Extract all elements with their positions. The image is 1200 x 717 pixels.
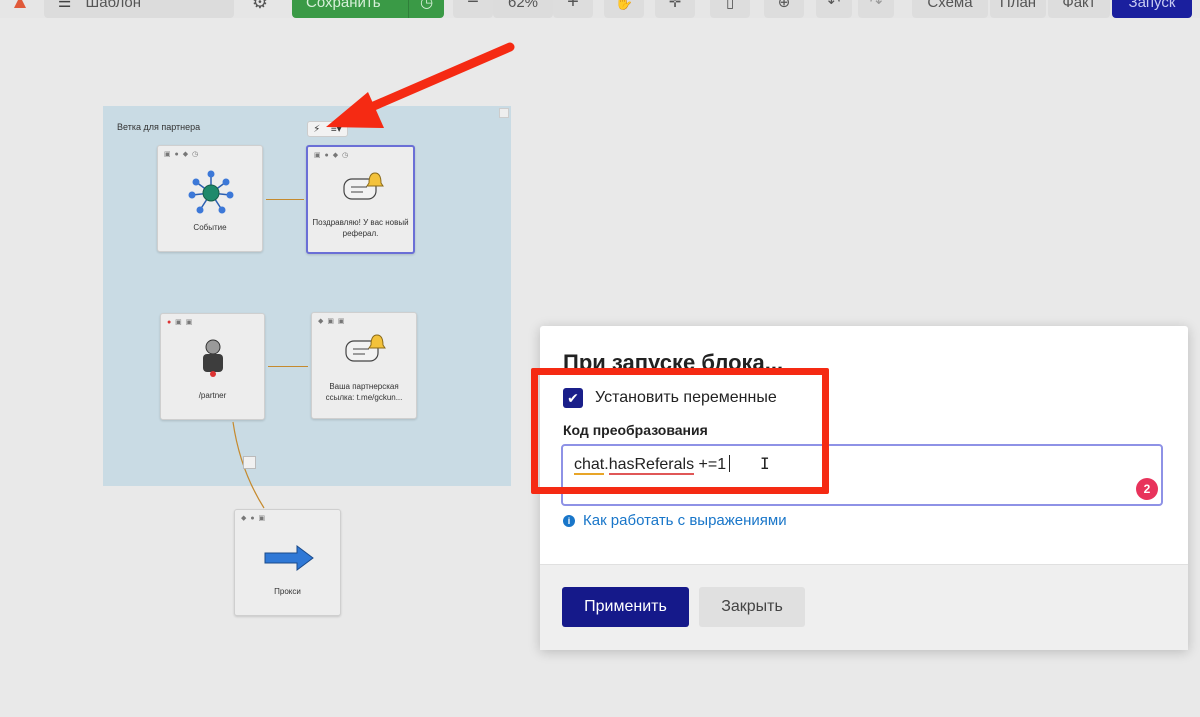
error-count-badge[interactable]: 2 xyxy=(1136,478,1158,500)
node-status-icons: ◆ ● ▣ xyxy=(241,515,267,522)
arrow-right-icon xyxy=(264,545,314,571)
help-link-label[interactable]: Как работать с выражениями xyxy=(583,512,787,529)
node-proxy-label: Прокси xyxy=(274,587,301,596)
expressions-help-link[interactable]: i Как работать с выражениями xyxy=(563,512,787,529)
annotation-highlight-box xyxy=(531,368,829,494)
connector-handle[interactable] xyxy=(243,456,256,469)
apply-button[interactable]: Применить xyxy=(562,587,689,627)
close-button[interactable]: Закрыть xyxy=(699,587,805,627)
dialog-footer: Применить Закрыть xyxy=(540,564,1188,650)
node-proxy[interactable]: ◆ ● ▣ Прокси xyxy=(234,509,341,616)
info-icon: i xyxy=(563,514,575,527)
